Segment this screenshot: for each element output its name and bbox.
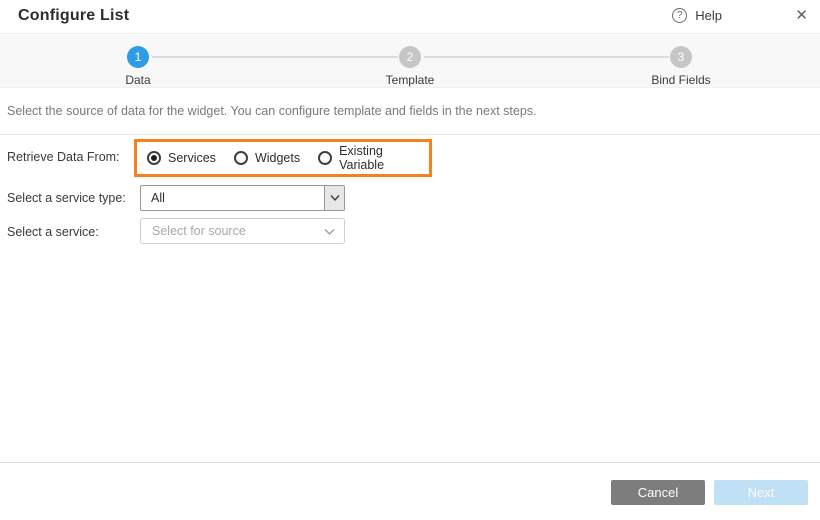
radio-existing-variable-control[interactable] — [318, 151, 332, 165]
description-band: Select the source of data for the widget… — [0, 88, 820, 135]
radio-services-label: Services — [168, 151, 216, 165]
service-type-label: Select a service type: — [7, 191, 126, 205]
service-type-dropdown-arrow-icon[interactable] — [324, 186, 344, 210]
service-label: Select a service: — [7, 225, 99, 239]
help-icon: ? — [672, 8, 687, 23]
radio-widgets[interactable]: Widgets — [234, 151, 300, 165]
configure-list-dialog: Configure List ? Help ✕ 1 Data 2 Templat… — [0, 0, 820, 520]
step-2-circle: 2 — [399, 46, 421, 68]
close-icon[interactable]: ✕ — [795, 6, 808, 26]
help-label: Help — [695, 8, 722, 23]
step-1-circle: 1 — [127, 46, 149, 68]
chevron-down-icon — [324, 228, 335, 236]
service-select[interactable]: Select for source — [140, 218, 345, 244]
service-type-select[interactable]: All — [140, 185, 345, 211]
description-text: Select the source of data for the widget… — [7, 104, 537, 118]
step-3-circle: 3 — [670, 46, 692, 68]
radio-existing-variable-label: Existing Variable — [339, 144, 429, 172]
step-1-label: Data — [78, 73, 198, 87]
radio-existing-variable[interactable]: Existing Variable — [318, 144, 429, 172]
radio-widgets-control[interactable] — [234, 151, 248, 165]
radio-services-control[interactable] — [147, 151, 161, 165]
step-3-label: Bind Fields — [621, 73, 741, 87]
cancel-button[interactable]: Cancel — [611, 480, 705, 505]
step-connector-2-3 — [424, 56, 669, 58]
service-select-placeholder: Select for source — [152, 224, 246, 238]
radio-services[interactable]: Services — [147, 151, 216, 165]
step-connector-1-2 — [152, 56, 398, 58]
retrieve-data-radio-group-highlight: Services Widgets Existing Variable — [134, 139, 432, 177]
radio-widgets-label: Widgets — [255, 151, 300, 165]
help-button[interactable]: ? Help — [672, 8, 722, 23]
retrieve-data-from-label: Retrieve Data From: — [7, 150, 120, 164]
dialog-header: Configure List ? Help ✕ — [0, 0, 820, 34]
page-title: Configure List — [18, 7, 129, 25]
next-button[interactable]: Next — [714, 480, 808, 505]
service-type-selected-value: All — [151, 191, 165, 205]
step-2-label: Template — [350, 73, 470, 87]
footer-divider — [0, 462, 820, 463]
wizard-stepper: 1 Data 2 Template 3 Bind Fields — [0, 35, 820, 88]
